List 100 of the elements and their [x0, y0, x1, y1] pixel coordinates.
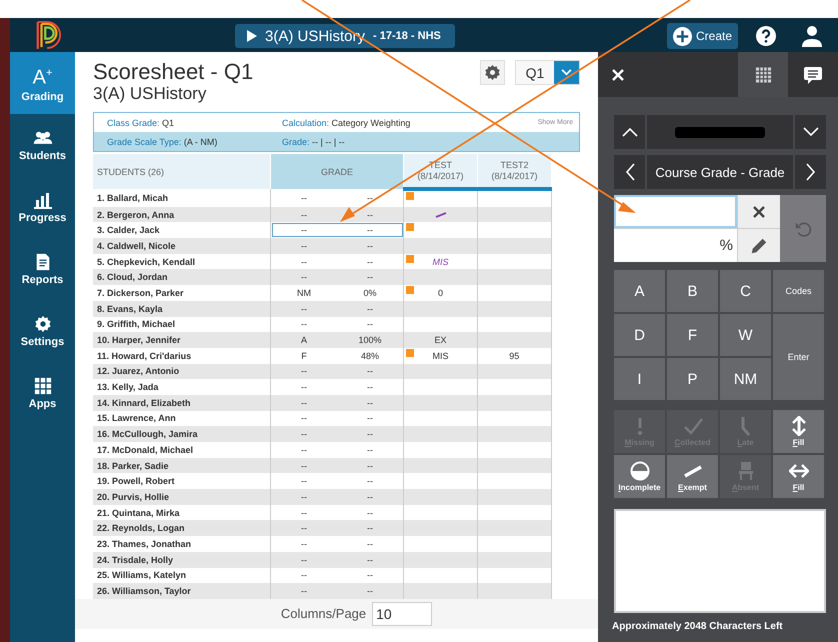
- clear-button[interactable]: [737, 195, 780, 228]
- half-circle-icon: [630, 461, 650, 481]
- sidebar-item[interactable]: A$^{+}$ Grading: [10, 52, 75, 114]
- create-button[interactable]: Create: [667, 23, 738, 49]
- slash-icon: [434, 212, 446, 218]
- grade-cell[interactable]: -- --: [270, 426, 404, 442]
- student-name[interactable]: 6. Cloud, Jordan: [93, 269, 270, 286]
- grade-key[interactable]: B: [667, 270, 718, 312]
- student-name[interactable]: 18. Parker, Sadie: [93, 458, 270, 474]
- student-name[interactable]: 16. McCullough, Jamira: [93, 426, 270, 442]
- chevron-down-icon: [561, 69, 572, 76]
- score-value[interactable]: 0: [438, 288, 443, 298]
- sidebar-item[interactable]: Reports: [10, 238, 75, 300]
- chevron-right-icon: [806, 163, 816, 181]
- grade-cell[interactable]: -- --: [270, 520, 404, 536]
- grade-cell[interactable]: -- --: [270, 583, 404, 599]
- page-title: Scoresheet - Q1: [93, 60, 254, 84]
- columns-per-page-label: Columns/Page: [280, 606, 366, 622]
- grade-cell[interactable]: -- --: [270, 206, 404, 222]
- grade-key[interactable]: A: [614, 270, 665, 312]
- comment-icon: [803, 64, 823, 84]
- user-icon[interactable]: [802, 25, 822, 47]
- next-column-button[interactable]: [795, 155, 826, 189]
- logo: [35, 19, 61, 51]
- sidebar-item[interactable]: Progress: [10, 176, 75, 238]
- clock-hand-icon: [740, 416, 750, 436]
- code-button[interactable]: Fill: [773, 455, 824, 498]
- code-button[interactable]: Incomplete: [614, 455, 665, 498]
- play-icon: [247, 30, 257, 42]
- grade-cell[interactable]: -- --: [270, 458, 404, 474]
- student-name[interactable]: 24. Trisdale, Holly: [93, 552, 270, 568]
- code-button[interactable]: Fill: [773, 410, 824, 453]
- help-icon[interactable]: [756, 26, 776, 46]
- student-name[interactable]: 20. Purvis, Hollie: [93, 489, 270, 505]
- score-value[interactable]: MIS: [432, 350, 448, 361]
- sidebar-item[interactable]: Apps: [10, 362, 75, 424]
- student-name[interactable]: 12. Juarez, Antonio: [93, 364, 270, 380]
- comment-field[interactable]: [614, 509, 826, 613]
- grade-cell[interactable]: -- --: [270, 552, 404, 568]
- grade-key[interactable]: I: [614, 358, 665, 400]
- sidebar-item[interactable]: Settings: [10, 300, 75, 362]
- grade-input-field[interactable]: [614, 195, 737, 228]
- settings-button[interactable]: [480, 60, 505, 85]
- column-header[interactable]: TEST2 (8/14/2017): [478, 154, 551, 189]
- grade-cell[interactable]: -- --: [270, 394, 404, 411]
- next-student-button[interactable]: [795, 115, 826, 149]
- student-name[interactable]: 10. Harper, Jennifer: [93, 332, 270, 348]
- grade-icon: A$^{+}$: [32, 63, 52, 88]
- columns-per-page-field[interactable]: 10: [372, 602, 432, 626]
- check-icon: [682, 416, 702, 436]
- score-value[interactable]: 95: [509, 350, 520, 361]
- student-name[interactable]: 14. Kinnard, Elizabeth: [93, 394, 270, 411]
- grid-icon: [754, 66, 772, 84]
- column-selector[interactable]: Course Grade - Grade: [647, 155, 793, 189]
- student-name[interactable]: 2. Bergeron, Anna: [93, 206, 270, 222]
- settings-icon: [484, 64, 501, 81]
- percent-input-field[interactable]: %: [614, 228, 737, 262]
- pencil-icon: [750, 236, 768, 254]
- grade-cell[interactable]: A 100%: [270, 332, 404, 348]
- grade-key[interactable]: NM: [720, 358, 771, 400]
- chevron-left-icon: [624, 163, 634, 181]
- score-code[interactable]: MIS: [432, 256, 448, 267]
- grade-scale-text: Grade Scale Type: (A - NM): [107, 136, 218, 146]
- column-header: GRADE: [270, 154, 404, 189]
- exclamation-icon: [636, 416, 642, 436]
- code-button[interactable]: Exempt: [667, 455, 718, 498]
- close-icon[interactable]: [612, 68, 624, 80]
- grade-cell[interactable]: -- --: [270, 238, 404, 254]
- student-name[interactable]: 26. Williamson, Taylor: [93, 583, 270, 599]
- undo-icon: [794, 220, 812, 238]
- student-name[interactable]: 4. Caldwell, Nicole: [93, 238, 270, 254]
- page-subtitle: 3(A) USHistory: [93, 84, 208, 103]
- grade-key[interactable]: F: [667, 314, 718, 356]
- characters-left-text: Approximately 2048 Characters Left: [612, 621, 784, 632]
- grade-cell[interactable]: -- --: [270, 300, 404, 316]
- enter-button[interactable]: Enter: [773, 314, 824, 400]
- student-name[interactable]: 22. Reynolds, Logan: [93, 520, 270, 536]
- previous-column-button[interactable]: [614, 155, 645, 189]
- grade-key[interactable]: C: [720, 270, 771, 312]
- grade-cell[interactable]: -- --: [270, 489, 404, 505]
- term-dropdown[interactable]: Q1: [515, 60, 580, 85]
- grade-cell[interactable]: -- --: [270, 364, 404, 380]
- grade-cell[interactable]: -- --: [270, 222, 404, 238]
- previous-student-button[interactable]: [614, 115, 645, 149]
- edit-button[interactable]: [737, 228, 780, 262]
- bar-chart-icon: [32, 190, 52, 208]
- calculation-text: Calculation: Category Weighting: [282, 118, 410, 128]
- chevron-down-icon: [802, 127, 818, 137]
- grade-text: Grade: -- | -- | --: [282, 136, 345, 146]
- grade-cell[interactable]: -- --: [270, 269, 404, 286]
- score-value[interactable]: EX: [434, 335, 446, 346]
- chevron-up-icon: [622, 127, 638, 137]
- student-name[interactable]: 8. Evans, Kayla: [93, 300, 270, 316]
- grade-key[interactable]: P: [667, 358, 718, 400]
- grade-key[interactable]: D: [614, 314, 665, 356]
- sidebar-item[interactable]: Students: [10, 114, 75, 176]
- codes-button[interactable]: Codes: [773, 270, 824, 312]
- grade-key[interactable]: W: [720, 314, 771, 356]
- panel-tab[interactable]: [738, 52, 788, 97]
- plus-icon: [673, 26, 692, 46]
